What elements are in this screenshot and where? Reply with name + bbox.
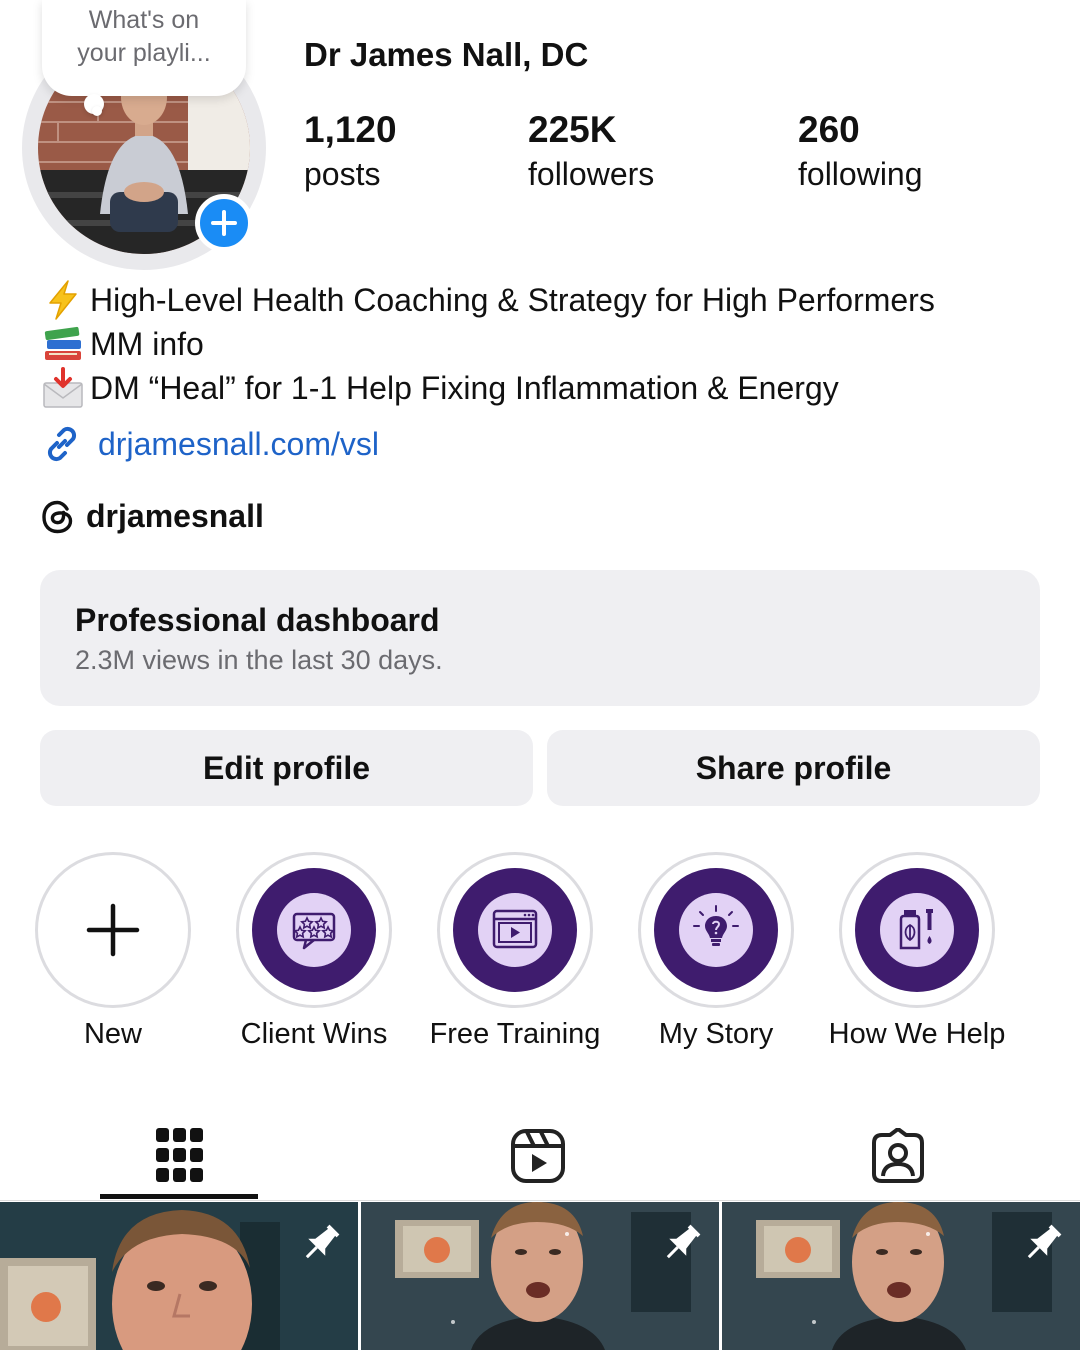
- stat-value: 1,120: [304, 109, 397, 150]
- note-bubble-tail-small: [92, 106, 102, 116]
- highlight-label: How We Help: [828, 1018, 1006, 1050]
- books-emoji: [40, 322, 86, 366]
- bio-text: DM “Heal” for 1-1 Help Fixing Inflammati…: [90, 369, 839, 406]
- share-profile-button[interactable]: Share profile: [547, 730, 1040, 806]
- display-name: Dr James Nall, DC: [304, 36, 589, 73]
- stat-label: followers: [528, 156, 655, 192]
- highlight-label: New: [83, 1018, 142, 1050]
- dashboard-title: Professional dashboard: [75, 602, 440, 638]
- lightbulb-icon: [679, 893, 753, 967]
- highlight-label: Free Training: [429, 1018, 601, 1050]
- active-tab-indicator: [100, 1194, 258, 1199]
- pin-icon: [305, 1224, 340, 1259]
- post-thumbnail-1[interactable]: [0, 1202, 358, 1350]
- stat-label: following: [798, 156, 923, 192]
- stat-following[interactable]: 260 following: [798, 108, 923, 196]
- envelope-arrow-emoji: [40, 366, 86, 410]
- tab-divider: [0, 1200, 1080, 1201]
- dashboard-subtitle: 2.3M views in the last 30 days.: [75, 645, 443, 675]
- reels-icon: [511, 1129, 565, 1183]
- highlight-new[interactable]: New: [13, 852, 213, 1051]
- bio-line-2: MM info: [40, 322, 204, 366]
- highlight-cover: [855, 868, 979, 992]
- bio-link[interactable]: drjamesnall.com/vsl: [40, 422, 379, 466]
- tab-posts-grid[interactable]: [0, 1112, 360, 1200]
- video-player-icon: [478, 893, 552, 967]
- link-text: drjamesnall.com/vsl: [98, 425, 379, 462]
- highlight-label: My Story: [658, 1018, 774, 1050]
- post-thumbnail-3[interactable]: [722, 1202, 1080, 1350]
- note-line-1: What's on: [88, 6, 200, 34]
- highlight-cover: [453, 868, 577, 992]
- threads-handle: drjamesnall: [86, 498, 264, 534]
- stat-followers[interactable]: 225K followers: [528, 108, 654, 196]
- tab-tagged[interactable]: [718, 1112, 1078, 1200]
- bio-text: High-Level Health Coaching & Strategy fo…: [90, 281, 935, 318]
- stat-value: 225K: [528, 109, 617, 150]
- pin-icon: [1027, 1224, 1062, 1259]
- review-stars-icon: [277, 893, 351, 967]
- supplement-bottle-icon: [880, 893, 954, 967]
- highlight-cover: [252, 868, 376, 992]
- threads-icon: [42, 500, 73, 533]
- tab-reels[interactable]: [358, 1112, 718, 1200]
- highlight-ring: [839, 852, 995, 1008]
- plus-icon: [86, 903, 140, 957]
- stat-label: posts: [304, 156, 381, 192]
- highlight-ring: [236, 852, 392, 1008]
- highlight-new-ring: [35, 852, 191, 1008]
- professional-dashboard[interactable]: Professional dashboard 2.3M views in the…: [40, 570, 1040, 706]
- post-thumbnail-2[interactable]: [361, 1202, 719, 1350]
- stat-posts[interactable]: 1,120 posts: [304, 108, 397, 196]
- stat-value: 260: [798, 109, 860, 150]
- threads-link[interactable]: drjamesnall: [40, 498, 264, 535]
- bio-line-3: DM “Heal” for 1-1 Help Fixing Inflammati…: [40, 366, 839, 410]
- plus-icon: [211, 210, 237, 236]
- highlight-how-we-help[interactable]: How We Help: [817, 852, 1017, 1051]
- bio-line-1: High-Level Health Coaching & Strategy fo…: [40, 278, 935, 322]
- note-line-2: your playli...: [77, 39, 211, 67]
- highlight-ring: [437, 852, 593, 1008]
- highlight-free-training[interactable]: Free Training: [415, 852, 615, 1051]
- bio-text: MM info: [90, 325, 204, 362]
- highlight-cover: [654, 868, 778, 992]
- note-bubble[interactable]: What's on your playli...: [42, 0, 246, 96]
- highlight-my-story[interactable]: My Story: [616, 852, 816, 1051]
- grid-icon: [156, 1128, 203, 1182]
- pin-icon: [666, 1224, 701, 1259]
- lightning-emoji: [40, 278, 86, 322]
- link-icon: [47, 426, 77, 462]
- highlight-label: Client Wins: [240, 1018, 388, 1050]
- edit-profile-button[interactable]: Edit profile: [40, 730, 533, 806]
- highlight-client-wins[interactable]: Client Wins: [214, 852, 414, 1051]
- highlight-ring: [638, 852, 794, 1008]
- tagged-icon: [872, 1128, 924, 1183]
- add-story-button[interactable]: [195, 194, 253, 252]
